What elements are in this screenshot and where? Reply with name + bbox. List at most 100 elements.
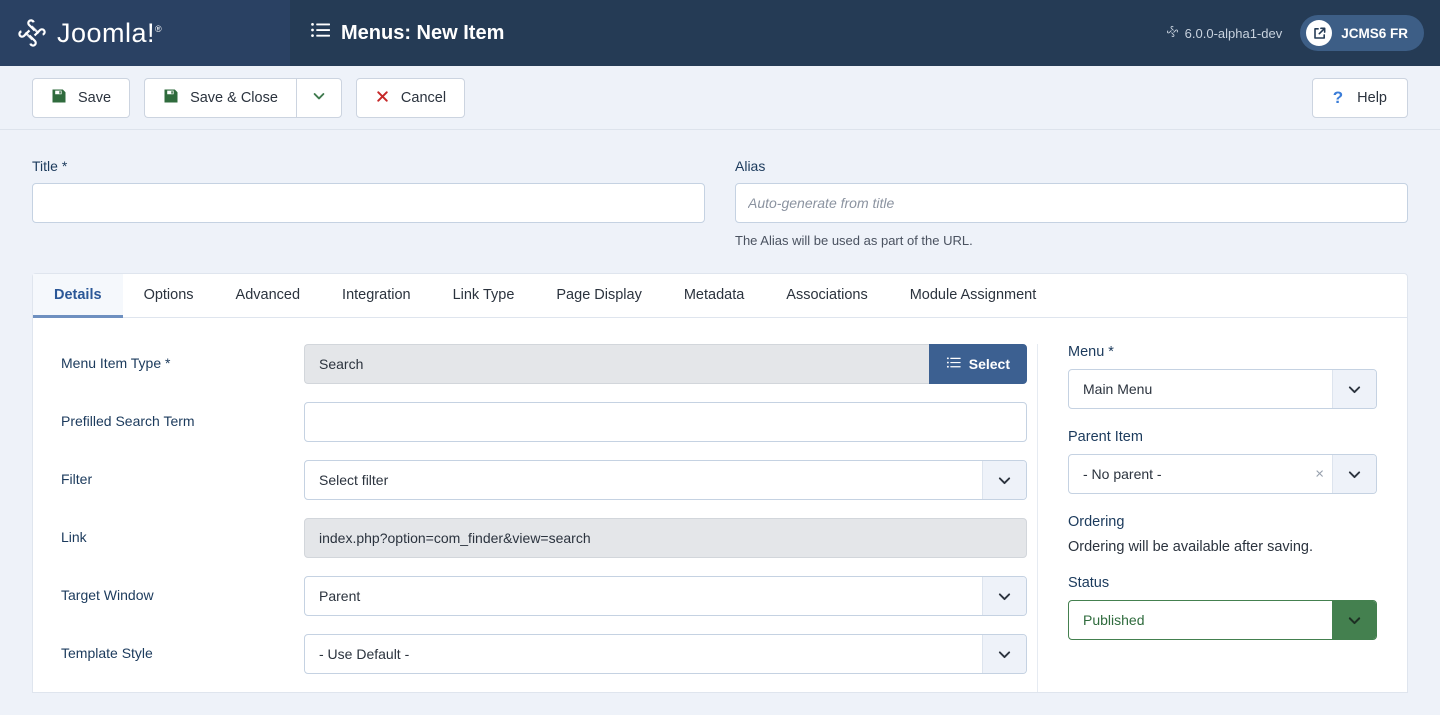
save-options-dropdown-button[interactable]: [295, 77, 342, 118]
brand-area[interactable]: Joomla!®: [0, 0, 290, 66]
save-and-close-label: Save & Close: [190, 89, 278, 106]
tab-advanced[interactable]: Advanced: [215, 274, 322, 318]
site-link-label: JCMS6 FR: [1341, 25, 1408, 41]
parent-item-label: Parent Item: [1068, 429, 1143, 445]
joomla-logo[interactable]: Joomla!®: [16, 17, 162, 49]
save-button[interactable]: Save: [32, 77, 131, 118]
title-input[interactable]: [32, 183, 705, 223]
save-and-close-button[interactable]: Save & Close: [144, 77, 296, 118]
tab-page-display[interactable]: Page Display: [535, 274, 662, 318]
alias-field-group: Alias The Alias will be used as part of …: [735, 158, 1408, 248]
save-close-button-group: Save & Close: [144, 77, 342, 118]
template-style-label: Template Style: [61, 645, 153, 661]
close-x-icon: [375, 89, 390, 107]
menu-item-type-label: Menu Item Type *: [61, 355, 171, 371]
menu-select[interactable]: Main Menu: [1068, 369, 1377, 409]
chevron-down-icon[interactable]: [1332, 601, 1376, 639]
question-mark-icon: ?: [1332, 87, 1344, 107]
joomla-mark-icon: [16, 17, 48, 49]
template-style-value: - Use Default -: [319, 646, 410, 662]
target-window-select[interactable]: Parent: [304, 576, 1027, 616]
template-style-select[interactable]: - Use Default -: [304, 634, 1027, 674]
tab-integration[interactable]: Integration: [321, 274, 432, 318]
menu-item-type-select-button[interactable]: Select: [928, 344, 1027, 384]
menu-select-value: Main Menu: [1083, 381, 1153, 397]
link-value: index.php?option=com_finder&view=search: [304, 518, 1027, 558]
target-window-control: Parent: [304, 576, 1027, 616]
joomla-icon: [1166, 25, 1179, 41]
title-label: Title *: [32, 158, 68, 174]
external-link-icon: [1306, 20, 1333, 46]
details-main-column: Menu Item Type * Search Select Prefilled…: [33, 344, 1037, 692]
floppy-disk-icon: [163, 88, 179, 108]
tab-options[interactable]: Options: [123, 274, 215, 318]
filter-row: Filter Select filter: [61, 460, 1027, 500]
alias-help-text: The Alias will be used as part of the UR…: [735, 233, 973, 248]
tab-link-type[interactable]: Link Type: [432, 274, 536, 318]
chevron-down-icon[interactable]: [1332, 455, 1376, 493]
link-label: Link: [61, 529, 87, 545]
version-label: 6.0.0-alpha1-dev: [1184, 25, 1283, 41]
header-right-group: 6.0.0-alpha1-dev JCMS6 FR: [1166, 15, 1424, 51]
parent-item-field-group: Parent Item - No parent - ×: [1068, 429, 1377, 494]
alias-input[interactable]: [735, 183, 1408, 223]
title-field-group: Title *: [32, 158, 705, 248]
tab-metadata[interactable]: Metadata: [663, 274, 765, 318]
filter-select[interactable]: Select filter: [304, 460, 1027, 500]
target-window-label: Target Window: [61, 587, 154, 603]
target-window-value: Parent: [319, 588, 361, 604]
ordering-help-text: Ordering will be available after saving.: [1068, 539, 1314, 555]
ordering-label: Ordering: [1068, 514, 1125, 530]
toolbar: Save Save & Close Cancel ? Help: [0, 66, 1440, 130]
tab-module-assignment[interactable]: Module Assignment: [889, 274, 1058, 318]
editor-card: Details Options Advanced Integration Lin…: [32, 273, 1408, 693]
status-value: Published: [1083, 612, 1145, 628]
list-icon: [310, 20, 330, 46]
menu-field-group: Menu * Main Menu: [1068, 344, 1377, 409]
filter-label: Filter: [61, 471, 93, 487]
help-button[interactable]: ? Help: [1311, 77, 1408, 118]
link-row: Link index.php?option=com_finder&view=se…: [61, 518, 1027, 558]
details-side-column: Menu * Main Menu Parent Item - No parent…: [1037, 344, 1407, 692]
chevron-down-icon[interactable]: [982, 461, 1026, 499]
status-select[interactable]: Published: [1068, 600, 1377, 640]
menu-item-type-row: Menu Item Type * Search Select: [61, 344, 1027, 384]
app-header: Joomla!® Menus: New Item 6.0.0-alpha1-de…: [0, 0, 1440, 66]
prefilled-search-term-input[interactable]: [304, 402, 1027, 442]
toolbar-left-group: Save Save & Close Cancel: [32, 77, 466, 118]
chevron-down-icon[interactable]: [982, 635, 1026, 673]
prefilled-search-term-row: Prefilled Search Term: [61, 402, 1027, 442]
select-button-label: Select: [968, 356, 1010, 372]
menu-item-type-value: Search: [304, 344, 929, 384]
brand-label: Joomla!®: [57, 17, 163, 48]
site-link-button[interactable]: JCMS6 FR: [1300, 15, 1424, 51]
alias-label: Alias: [735, 158, 766, 174]
parent-item-value: - No parent -: [1083, 466, 1162, 482]
details-panel: Menu Item Type * Search Select Prefilled…: [33, 318, 1407, 692]
registered-mark: ®: [155, 23, 163, 34]
parent-item-select[interactable]: - No parent - ×: [1068, 454, 1377, 494]
status-field-group: Status Published: [1068, 575, 1377, 640]
tab-bar: Details Options Advanced Integration Lin…: [33, 274, 1407, 318]
chevron-down-icon[interactable]: [1332, 370, 1376, 408]
title-alias-row: Title * Alias The Alias will be used as …: [0, 130, 1440, 248]
save-button-label: Save: [78, 89, 112, 106]
link-control: index.php?option=com_finder&view=search: [304, 518, 1027, 558]
tab-details[interactable]: Details: [33, 274, 123, 318]
cancel-button[interactable]: Cancel: [355, 77, 466, 118]
status-label: Status: [1068, 575, 1110, 591]
chevron-down-icon[interactable]: [982, 577, 1026, 615]
menu-label: Menu *: [1068, 344, 1114, 360]
list-icon: [946, 355, 961, 373]
page-title: Menus: New Item: [310, 20, 504, 46]
clear-parent-item-icon[interactable]: ×: [1315, 467, 1324, 482]
template-style-control: - Use Default -: [304, 634, 1027, 674]
floppy-disk-icon: [51, 88, 67, 108]
page-title-label: Menus: New Item: [341, 21, 505, 44]
tab-associations[interactable]: Associations: [765, 274, 888, 318]
template-style-row: Template Style - Use Default -: [61, 634, 1027, 674]
cancel-button-label: Cancel: [400, 89, 447, 106]
header-bar: Menus: New Item 6.0.0-alpha1-dev JCMS6 F…: [290, 0, 1440, 66]
target-window-row: Target Window Parent: [61, 576, 1027, 616]
filter-select-value: Select filter: [319, 472, 389, 488]
